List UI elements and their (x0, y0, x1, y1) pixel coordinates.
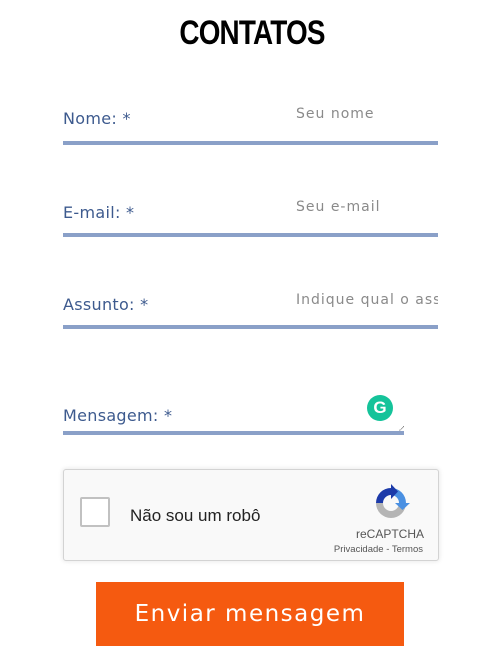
recaptcha-logo-icon (376, 484, 410, 518)
message-underline (63, 431, 404, 435)
email-input[interactable] (296, 199, 438, 215)
message-field: Mensagem: * (63, 390, 404, 436)
subject-label: Assunto: * (63, 295, 149, 314)
email-field: E-mail: * (63, 193, 438, 243)
message-label: Mensagem: * (63, 406, 173, 425)
name-input[interactable] (296, 106, 438, 122)
recaptcha-brand: reCAPTCHA (355, 527, 424, 541)
recaptcha-checkbox[interactable] (80, 497, 110, 527)
subject-input[interactable] (296, 292, 438, 308)
terms-link[interactable]: Termos (392, 544, 423, 555)
email-underline (63, 233, 438, 237)
grammarly-icon[interactable]: G (367, 395, 393, 421)
name-underline (63, 141, 438, 145)
privacy-link[interactable]: Privacidade (334, 544, 384, 555)
message-textarea[interactable] (193, 396, 397, 434)
name-label: Nome: * (63, 109, 131, 128)
page-title: CONTATOS (179, 14, 325, 52)
subject-underline (63, 325, 438, 329)
name-field: Nome: * (63, 100, 438, 150)
recaptcha-links: Privacidade - Termos (334, 544, 423, 555)
subject-field: Assunto: * (63, 286, 438, 336)
resize-handle-icon[interactable] (399, 426, 404, 431)
recaptcha-widget: Não sou um robô reCAPTCHA Privacidade - … (63, 469, 439, 561)
submit-button[interactable]: Enviar mensagem (96, 582, 404, 646)
links-separator: - (383, 544, 392, 555)
email-label: E-mail: * (63, 203, 135, 222)
recaptcha-checkbox-label: Não sou um robô (130, 506, 261, 525)
